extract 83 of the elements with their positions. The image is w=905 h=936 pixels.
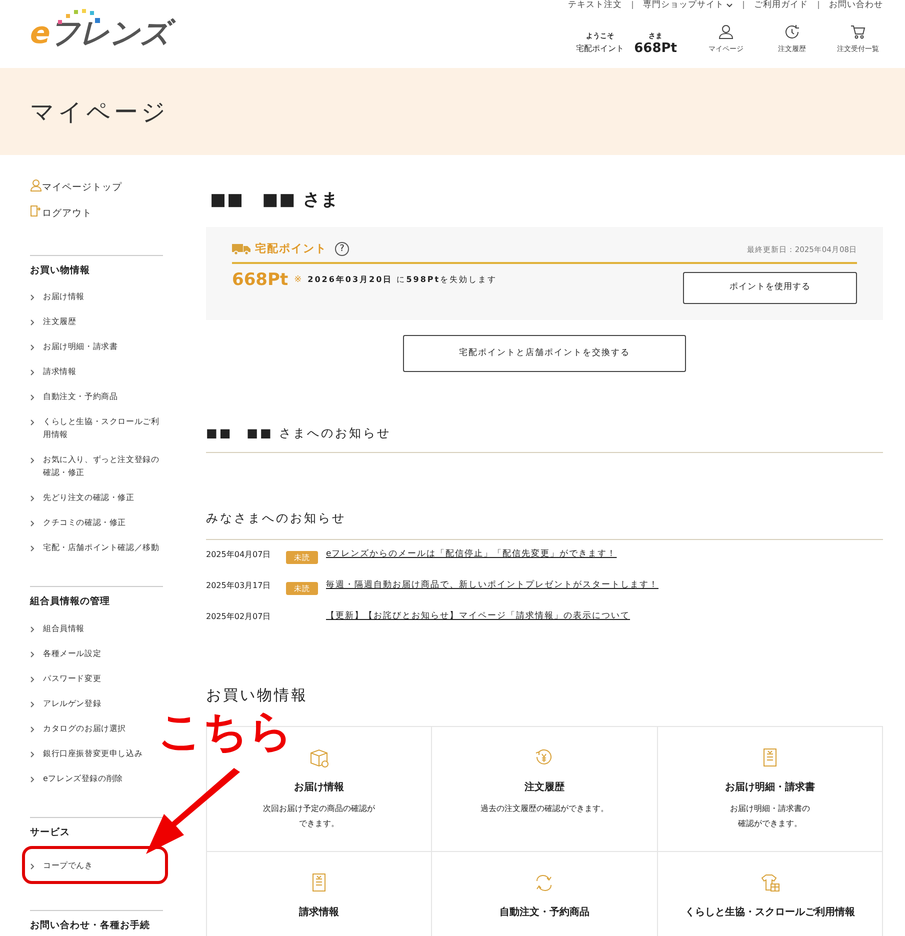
sidebar-heading: 組合員情報の管理 — [30, 595, 111, 610]
points-value: 668Pt — [634, 42, 677, 54]
sidebar-link[interactable]: クチコミの確認・修正 — [43, 516, 126, 530]
notice-link[interactable]: 【更新】【お詫びとお知らせ】マイページ「請求情報」の表示について — [326, 610, 630, 623]
card-description-line: できます。 — [299, 818, 340, 830]
person-icon — [718, 24, 734, 40]
top-link[interactable]: お問い合わせ — [829, 0, 883, 12]
chevron-icon — [30, 862, 35, 870]
sidebar-link[interactable]: マイページトップ — [42, 180, 122, 196]
sidebar-link[interactable]: eフレンズ登録の削除 — [43, 772, 123, 784]
sidebar-link[interactable]: 注文履歴 — [43, 315, 76, 328]
sidebar-link[interactable]: 自動注文・予約商品 — [43, 390, 118, 404]
points-title: 宅配ポイント — [255, 241, 327, 257]
sidebar-link[interactable]: 先どり注文の確認・修正 — [43, 491, 134, 504]
sidebar-heading: お問い合わせ・各種お手続 — [30, 918, 151, 933]
shirt-gift-icon — [758, 872, 781, 894]
sidebar-link[interactable]: 銀行口座振替変更申し込み — [43, 746, 143, 760]
section-heading: お買い物情報 — [206, 684, 309, 706]
sidebar-link[interactable]: お届け明細・請求書 — [43, 340, 118, 354]
cart-icon — [850, 24, 866, 40]
chevron-icon — [30, 495, 35, 502]
sidebar-link[interactable]: パスワード変更 — [43, 672, 102, 684]
user-name: ■■ ■■ さま — [210, 189, 340, 212]
section-heading: ■■ ■■ さまへのお知らせ — [206, 424, 392, 442]
card-description-line: お届け明細・請求書の — [730, 803, 810, 815]
chevron-icon — [30, 750, 35, 758]
chevron-icon — [30, 676, 35, 682]
notice-date: 2025年03月17日 — [206, 580, 272, 592]
exchange-points-button[interactable]: 宅配ポイントと店舗ポイントを交換する — [403, 334, 686, 372]
sidebar-link[interactable]: お届け情報 — [43, 290, 84, 304]
chevron-icon — [30, 344, 35, 352]
sidebar-link[interactable]: コープでんき — [43, 858, 93, 872]
notice-date: 2025年04月07日 — [206, 548, 272, 560]
menu-card[interactable]: お届け明細・請求書 お届け明細・請求書の 確認ができます。 — [658, 727, 883, 852]
sidebar-link[interactable]: 請求情報 — [43, 365, 76, 378]
logo[interactable]: eフレンズ — [30, 8, 178, 52]
menu-card[interactable]: くらしと生協・スクロールご利用情報 — [658, 852, 883, 936]
chevron-icon — [30, 545, 35, 552]
sidebar-link[interactable]: 組合員情報 — [43, 622, 84, 634]
chevron-icon — [30, 294, 35, 302]
note-mark: ※ — [294, 274, 302, 286]
page-title: マイページ — [30, 96, 169, 128]
use-points-button[interactable]: ポイントを使用する — [683, 272, 857, 304]
sidebar-heading: サービス — [30, 826, 71, 840]
sidebar-link[interactable]: ログアウト — [42, 206, 92, 222]
chevron-icon — [30, 457, 35, 464]
help-button[interactable]: ? — [335, 242, 349, 256]
truck-icon — [232, 243, 251, 256]
chevron-icon — [30, 726, 35, 732]
notice-link[interactable]: 毎週・隔週自動お届け商品で、新しいポイントプレゼントがスタートします！ — [326, 579, 658, 592]
chevron-icon — [30, 394, 35, 402]
chevron-icon — [30, 776, 35, 782]
chevron-icon — [30, 369, 35, 376]
menu-card[interactable]: 自動注文・予約商品 — [432, 852, 658, 936]
notice-link[interactable]: eフレンズからのメールは「配信停止」「配信先変更」ができます！ — [326, 548, 617, 561]
sidebar-link[interactable]: 各種メール設定 — [43, 646, 102, 660]
sidebar-link[interactable]: 宅配・店舗ポイント確認／移動 — [43, 541, 160, 554]
card-description-line: 過去の注文履歴の確認ができます。 — [480, 803, 608, 815]
card-description-line: 次回お届け予定の商品の確認が — [263, 803, 376, 815]
section-heading: みなさまへのお知らせ — [206, 510, 347, 526]
sidebar-link[interactable]: アレルゲン登録 — [43, 696, 102, 710]
chevron-icon — [30, 700, 35, 708]
door-icon — [30, 204, 42, 218]
notice-date: 2025年02月07日 — [206, 610, 272, 622]
card-description-line: 確認ができます。 — [738, 818, 802, 830]
expiry-notice: 2026年03月20日 に598Ptを失効します — [308, 274, 498, 286]
clock-icon — [784, 24, 800, 40]
person-icon — [30, 178, 42, 192]
box-icon — [308, 747, 330, 769]
chevron-icon — [30, 626, 35, 632]
sidebar-link[interactable]: お気に入り、ずっと注文登録の確認・修正 — [43, 453, 163, 480]
chevron-icon — [30, 419, 35, 426]
menu-card[interactable]: 注文履歴 過去の注文履歴の確認ができます。 — [432, 727, 658, 852]
chevron-icon — [30, 319, 35, 326]
points-amount: 668Pt — [232, 268, 288, 292]
sidebar-heading: お買い物情報 — [30, 264, 91, 278]
sidebar-link[interactable]: くらしと生協・スクロールご利用情報 — [43, 415, 163, 442]
caret-icon — [726, 2, 733, 8]
chevron-icon — [30, 650, 35, 658]
menu-card[interactable]: 請求情報 — [207, 852, 432, 936]
chevron-icon — [30, 520, 35, 528]
points-label: 宅配ポイント — [576, 42, 624, 54]
sidebar-link[interactable]: カタログのお届け選択 — [43, 722, 126, 734]
